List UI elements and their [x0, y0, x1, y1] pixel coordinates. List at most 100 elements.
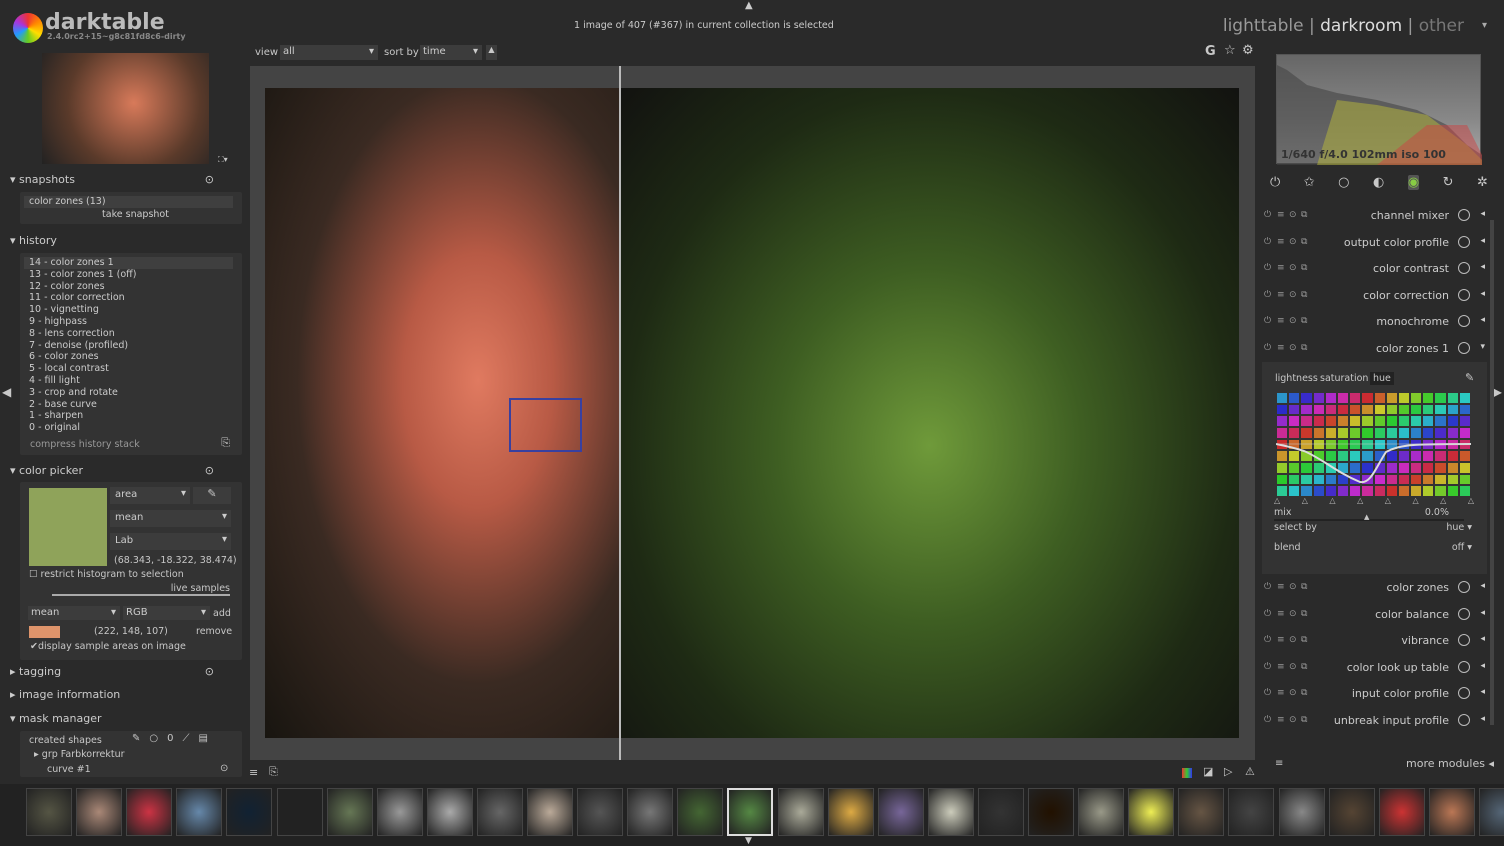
compress-history-button[interactable]: compress history stack [20, 439, 242, 451]
presets-icon[interactable]: ≡ [1277, 635, 1285, 645]
filmstrip-thumbnail[interactable] [476, 788, 523, 836]
presets-icon[interactable]: ≡ [1277, 263, 1285, 273]
filmstrip-thumbnail[interactable] [1028, 788, 1074, 836]
navigation-thumbnail[interactable] [42, 53, 209, 164]
multi-instance-icon[interactable]: ⧉ [1301, 609, 1307, 619]
expand-arrow-icon[interactable]: ◂ [1480, 315, 1485, 325]
history-item[interactable]: 4 - fill light [20, 375, 242, 387]
filmstrip-thumbnail[interactable] [1228, 788, 1275, 836]
softproof-icon[interactable] [1182, 768, 1192, 778]
add-sample-button[interactable]: add [213, 608, 231, 619]
quick-access-menu-icon[interactable]: ≡ [249, 766, 258, 779]
history-item[interactable]: 12 - color zones [20, 281, 242, 293]
display-samples-checkbox[interactable]: ✔display sample areas on image [30, 641, 186, 652]
filmstrip-thumbnail[interactable] [1378, 788, 1425, 836]
expand-arrow-icon[interactable]: ◂ [1480, 687, 1485, 697]
module-color-zones-1[interactable]: ⏻ ≡ ⊙ ⧉ color zones 1 ▾ [1262, 337, 1487, 361]
color-picker-icon[interactable]: ✎ [1465, 371, 1474, 384]
snapshots-header[interactable]: ▾ snapshots ⊙ [10, 173, 242, 186]
presets-icon[interactable]: ≡ [1277, 316, 1285, 326]
reset-icon[interactable]: ⊙ [1289, 662, 1297, 672]
multi-instance-icon[interactable]: ⧉ [1301, 662, 1307, 672]
power-icon[interactable]: ⏻ [1264, 237, 1271, 247]
power-icon[interactable]: ⏻ [1264, 688, 1271, 698]
reset-icon[interactable]: ⊙ [1289, 290, 1297, 300]
power-icon[interactable]: ⏻ [1264, 210, 1271, 220]
module-color-correction[interactable]: ⏻ ≡ ⊙ ⧉ color correction ◂ [1262, 284, 1487, 308]
grouping-icon[interactable]: G [1205, 44, 1216, 59]
select-by-dropdown[interactable]: hue ▾ [1446, 522, 1472, 533]
reset-icon[interactable]: ⊙ [1289, 715, 1297, 725]
color-picker-header[interactable]: ▾ color picker ⊙ [10, 464, 242, 477]
history-item[interactable]: 6 - color zones [20, 351, 242, 363]
correct-group-icon[interactable]: ↻ [1443, 175, 1454, 190]
multi-instance-icon[interactable]: ⧉ [1301, 210, 1307, 220]
module-unbreak-input-profile[interactable]: ⏻ ≡ ⊙ ⧉ unbreak input profile ◂ [1262, 709, 1487, 733]
reset-icon[interactable]: ⊙ [1289, 263, 1297, 273]
styles-icon[interactable]: ⎘ [269, 765, 278, 779]
expand-arrow-icon[interactable]: ◂ [1480, 661, 1485, 671]
reset-icon[interactable]: ⊙ [1289, 343, 1297, 353]
power-icon[interactable]: ⏻ [1264, 343, 1271, 353]
gear-icon[interactable]: ⚙ [1242, 43, 1254, 58]
history-item[interactable]: 14 - color zones 1 [24, 257, 233, 269]
filmstrip-thumbnail[interactable] [527, 788, 573, 836]
expand-arrow-icon[interactable]: ◂ [1480, 634, 1485, 644]
presets-icon[interactable]: ≡ [1277, 609, 1285, 619]
filmstrip-thumbnail[interactable] [1328, 788, 1375, 836]
history-item[interactable]: 5 - local contrast [20, 363, 242, 375]
reset-icon[interactable]: ⊙ [1289, 582, 1297, 592]
top-panel-toggle-icon[interactable]: ▲ [745, 0, 753, 11]
picker-space-dropdown[interactable]: Lab [110, 533, 231, 550]
more-modules-button[interactable]: more modules ◂ [1406, 757, 1494, 770]
bottom-panel-toggle-icon[interactable]: ▼ [745, 836, 752, 846]
histogram[interactable]: 1/640 f/4.0 102mm iso 100 [1276, 54, 1482, 165]
reset-icon[interactable]: ⊙ [1289, 609, 1297, 619]
multi-instance-icon[interactable]: ⧉ [1301, 343, 1307, 353]
multi-instance-icon[interactable]: ⧉ [1301, 688, 1307, 698]
filmstrip-thumbnail[interactable] [1078, 788, 1125, 836]
basic-group-icon[interactable]: ○ [1338, 175, 1349, 190]
presets-icon[interactable]: ≡ [1277, 662, 1285, 672]
view-darkroom[interactable]: darkroom [1320, 16, 1402, 36]
module-output-color-profile[interactable]: ⏻ ≡ ⊙ ⧉ output color profile ◂ [1262, 231, 1487, 255]
history-item[interactable]: 11 - color correction [20, 292, 242, 304]
expand-arrow-icon[interactable]: ◂ [1480, 714, 1485, 724]
mask-group-item[interactable]: ▸ grp Farbkorrektur [34, 749, 125, 760]
module-color-zones[interactable]: ⏻ ≡ ⊙ ⧉ color zones ◂ [1262, 576, 1487, 600]
color-group-icon[interactable]: ◉ [1407, 175, 1420, 190]
filmstrip-thumbnail[interactable] [226, 788, 273, 836]
mask-curve-item[interactable]: curve #1 [47, 764, 91, 775]
image-information-header[interactable]: ▸ image information [10, 688, 242, 701]
filmstrip[interactable] [0, 784, 1504, 846]
sample-stat-dropdown[interactable]: mean [28, 606, 120, 620]
sort-order-icon[interactable]: ▲ [486, 45, 497, 60]
favorites-icon[interactable]: ✩ [1304, 175, 1315, 190]
multi-instance-icon[interactable]: ⧉ [1301, 582, 1307, 592]
filmstrip-thumbnail[interactable] [1428, 788, 1475, 836]
filmstrip-thumbnail[interactable] [827, 788, 874, 836]
power-icon[interactable]: ⏻ [1264, 662, 1271, 672]
history-item[interactable]: 13 - color zones 1 (off) [20, 269, 242, 281]
expand-arrow-icon[interactable]: ◂ [1480, 608, 1485, 618]
curve-handles[interactable]: △ △ △ △ △ △ △ △ [1274, 496, 1474, 505]
history-item[interactable]: 8 - lens correction [20, 328, 242, 340]
sort-dropdown[interactable]: time [420, 45, 482, 60]
presets-icon[interactable]: ≡ [1277, 343, 1285, 353]
right-panel-toggle-icon[interactable]: ▶ [1493, 385, 1502, 399]
power-icon[interactable]: ⏻ [1264, 715, 1271, 725]
filmstrip-thumbnail[interactable] [777, 788, 824, 836]
expand-arrow-icon[interactable]: ◂ [1480, 581, 1485, 591]
multi-instance-icon[interactable]: ⧉ [1301, 290, 1307, 300]
multi-instance-icon[interactable]: ⧉ [1301, 715, 1307, 725]
restrict-histogram-checkbox[interactable]: ☐ restrict histogram to selection [29, 569, 184, 580]
module-color-balance[interactable]: ⏻ ≡ ⊙ ⧉ color balance ◂ [1262, 603, 1487, 627]
view-dropdown[interactable]: all [280, 45, 378, 60]
tone-group-icon[interactable]: ◐ [1373, 175, 1384, 190]
presets-menu-icon[interactable]: ≡ [1275, 758, 1283, 769]
remove-sample-button[interactable]: remove [196, 626, 232, 637]
reset-icon[interactable]: ⊙ [1289, 210, 1297, 220]
mask-manager-header[interactable]: ▾ mask manager [10, 712, 242, 725]
color-zones-curve[interactable] [1276, 392, 1471, 497]
right-panel-scrollbar[interactable] [1490, 220, 1494, 725]
